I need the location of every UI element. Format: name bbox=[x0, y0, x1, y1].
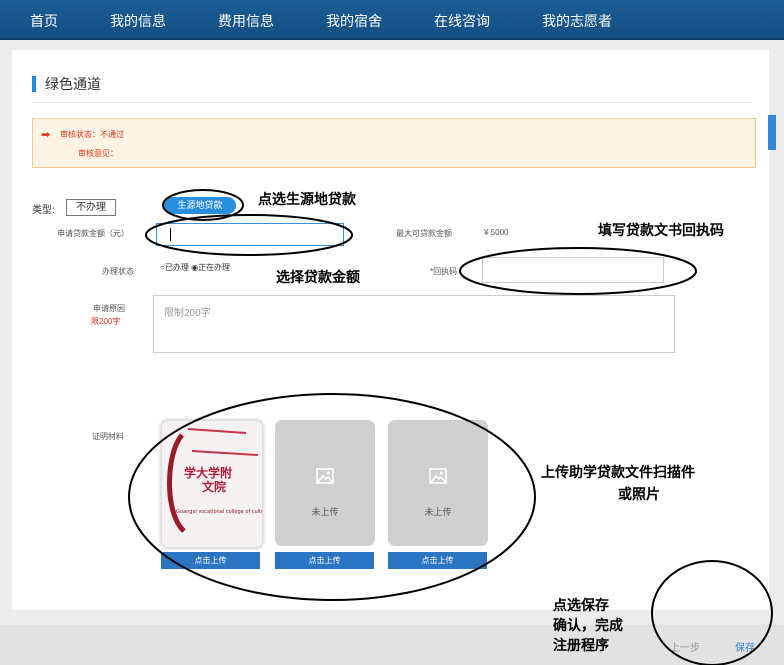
annotation-save-1: 点选保存 bbox=[553, 598, 609, 614]
annotation-upload-2: 或照片 bbox=[618, 487, 660, 503]
annotation-ellipse-uploads bbox=[128, 393, 536, 601]
annotation-fill-receipt: 填写贷款文书回执码 bbox=[598, 223, 724, 239]
annotation-select-amount: 选择贷款金额 bbox=[276, 270, 360, 286]
annotation-ellipse-amount bbox=[145, 214, 353, 256]
annotation-save-3: 注册程序 bbox=[553, 638, 609, 654]
annotation-ellipse-receipt bbox=[459, 247, 697, 295]
annotation-select-loan: 点选生源地贷款 bbox=[258, 192, 356, 208]
annotation-overlay bbox=[128, 189, 773, 665]
annotation-ellipse-save bbox=[651, 560, 773, 665]
annotation-save-2: 确认，完成 bbox=[553, 618, 623, 634]
annotation-upload-1: 上传助学贷款文件扫描件 bbox=[541, 465, 695, 481]
